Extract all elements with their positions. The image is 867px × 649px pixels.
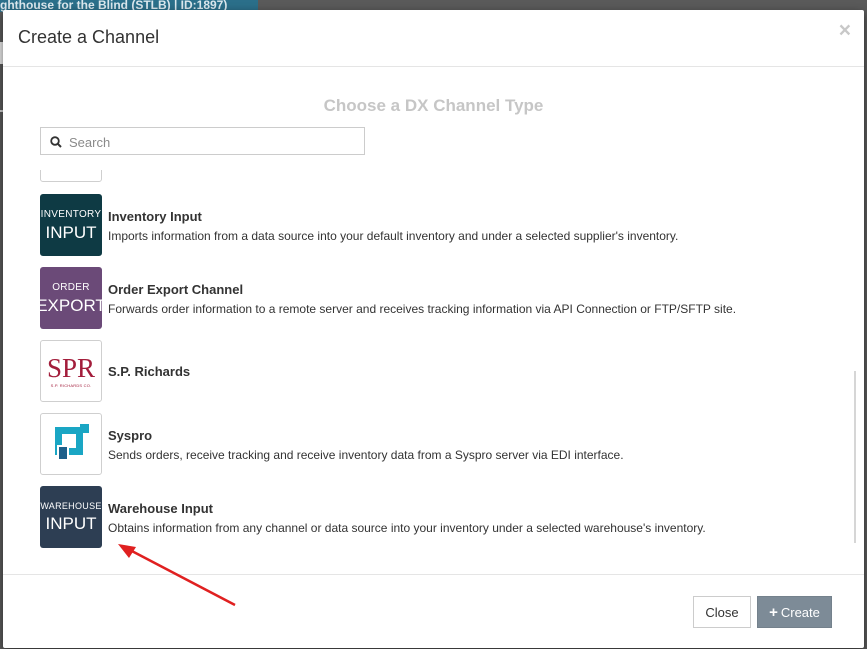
list-item-order-export[interactable]: ORDER EXPORT Order Export Channel Forwar… — [36, 267, 820, 329]
create-button-label: Create — [780, 604, 820, 620]
item-description: Imports information from a data source i… — [108, 229, 679, 243]
list-item-warehouse-input[interactable]: WAREHOUSE INPUT Warehouse Input Obtains … — [40, 486, 820, 548]
list-item-sp-richards[interactable]: SPR S.P. RICHARDS CO. S.P. Richards — [40, 340, 820, 402]
item-name: Syspro — [108, 428, 153, 443]
plus-icon: + — [769, 603, 778, 621]
item-description: Forwards order information to a remote s… — [108, 302, 737, 316]
list-item[interactable] — [40, 170, 820, 182]
create-channel-modal: Create a Channel × Choose a DX Channel T… — [3, 10, 864, 648]
modal-title: Create a Channel — [18, 27, 160, 47]
warehouse-input-logo: WAREHOUSE INPUT — [40, 486, 102, 548]
list-scrollbar[interactable] — [854, 371, 856, 543]
list-item-inventory-input[interactable]: INVENTORY INPUT Inventory Input Imports … — [40, 194, 820, 256]
channel-type-heading: Choose a DX Channel Type — [323, 96, 544, 115]
order-export-logo: ORDER EXPORT — [36, 267, 106, 329]
item-name: Inventory Input — [108, 209, 202, 224]
search-input[interactable] — [67, 131, 361, 153]
channel-logo — [40, 170, 102, 182]
sp-richards-logo: SPR S.P. RICHARDS CO. — [40, 340, 102, 402]
search-field[interactable] — [40, 127, 365, 155]
list-item-syspro[interactable]: Syspro Sends orders, receive tracking an… — [40, 413, 820, 475]
create-button[interactable]: + Create — [757, 596, 832, 628]
item-description: Sends orders, receive tracking and recei… — [108, 448, 624, 462]
syspro-logo-icon — [40, 413, 102, 475]
close-button[interactable]: Close — [693, 596, 751, 628]
item-description: Obtains information from any channel or … — [108, 521, 706, 535]
inventory-input-logo: INVENTORY INPUT — [40, 194, 102, 256]
channel-type-list[interactable]: INVENTORY INPUT Inventory Input Imports … — [3, 170, 864, 560]
item-name: S.P. Richards — [108, 364, 191, 379]
close-icon[interactable]: × — [839, 20, 851, 41]
modal-header: Create a Channel × — [3, 10, 864, 67]
search-icon — [50, 136, 62, 148]
item-name: Order Export Channel — [108, 282, 244, 297]
item-name: Warehouse Input — [108, 501, 213, 516]
modal-footer: Close + Create — [3, 574, 864, 649]
